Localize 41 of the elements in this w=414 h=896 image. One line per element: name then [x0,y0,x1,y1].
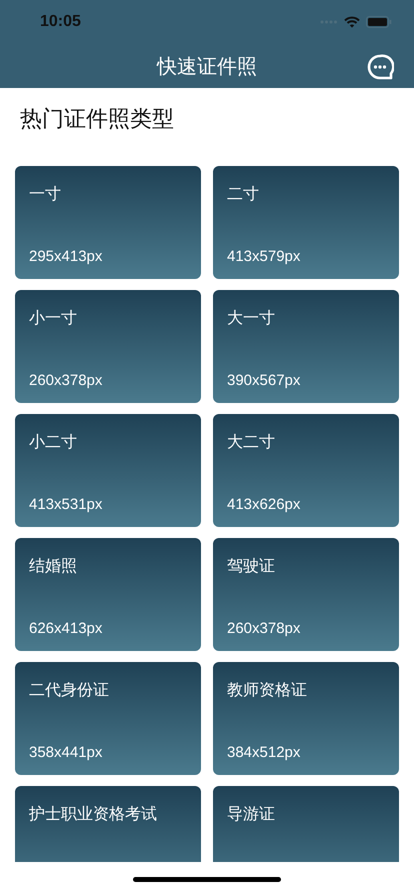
chat-icon[interactable] [366,53,394,81]
type-name: 结婚照 [29,556,78,577]
type-name: 一寸 [29,184,62,205]
type-name: 小一寸 [29,308,78,329]
nav-title: 快速证件照 [157,52,257,80]
photo-type-card[interactable]: 护士职业资格考试 [15,786,201,862]
type-name: 二代身份证 [29,680,110,701]
type-name: 驾驶证 [227,556,276,577]
type-name: 小二寸 [29,432,78,453]
battery-icon [366,16,392,28]
pixel-size: 413x579px [227,248,302,265]
photo-type-card[interactable]: 教师资格证 384x512px [213,662,399,775]
photo-type-card[interactable]: 大二寸 413x626px [213,414,399,527]
pixel-size: 390x567px [227,372,302,389]
photo-type-card[interactable]: 结婚照 626x413px [15,538,201,651]
photo-type-card[interactable]: 二寸 413x579px [213,166,399,279]
home-indicator[interactable] [133,876,281,882]
photo-type-card[interactable]: 导游证 [213,786,399,862]
type-name: 大二寸 [227,432,276,453]
type-name: 教师资格证 [227,680,308,701]
photo-type-card[interactable]: 驾驶证 260x378px [213,538,399,651]
pixel-size: 260x378px [29,372,104,389]
photo-type-card[interactable]: 小一寸 260x378px [15,290,201,403]
pixel-size: 413x531px [29,496,104,513]
type-name: 大一寸 [227,308,276,329]
photo-type-card[interactable]: 小二寸 413x531px [15,414,201,527]
section-title: 热门证件照类型 [20,106,174,134]
type-name: 护士职业资格考试 [29,804,158,825]
pixel-size: 295x413px [29,248,104,265]
photo-type-card[interactable]: 二代身份证 358x441px [15,662,201,775]
pixel-size: 413x626px [227,496,302,513]
pixel-size: 260x378px [227,620,302,637]
photo-type-card[interactable]: 一寸 295x413px [15,166,201,279]
pixel-size: 384x512px [227,744,302,761]
pixel-size: 626x413px [29,620,104,637]
status-time: 10:05 [40,13,81,31]
type-name: 二寸 [227,184,260,205]
type-name: 导游证 [227,804,276,825]
pixel-size: 358x441px [29,744,104,761]
photo-type-card[interactable]: 大一寸 390x567px [213,290,399,403]
wifi-icon [344,16,360,28]
